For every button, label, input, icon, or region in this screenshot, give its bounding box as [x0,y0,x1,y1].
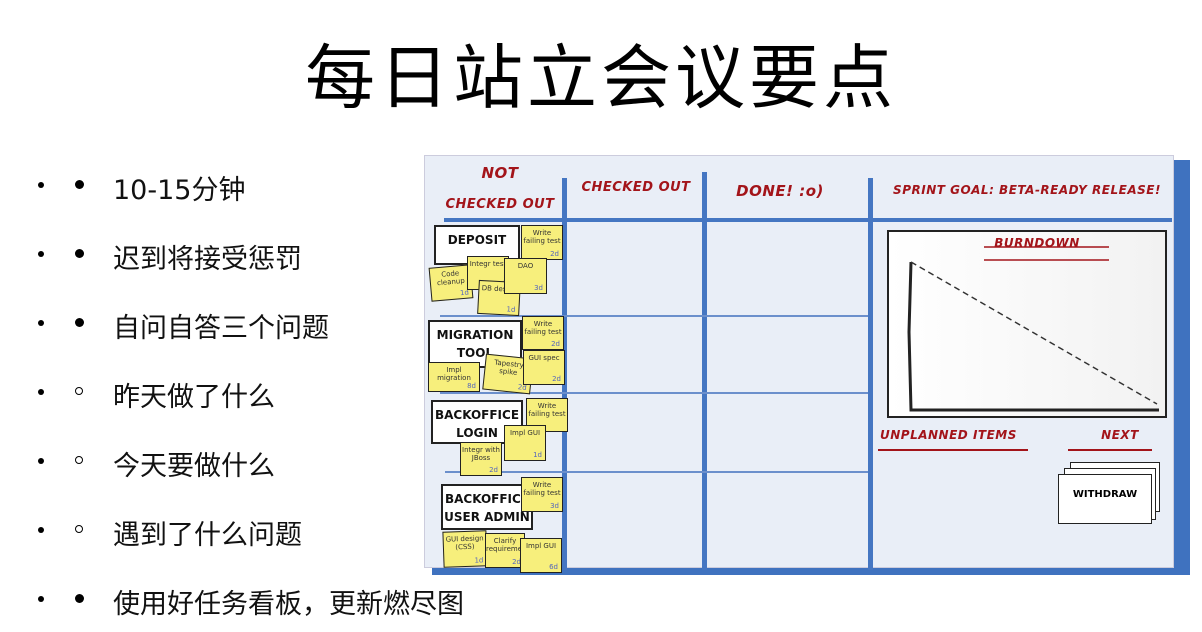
header-sprint-goal: SPRINT GOAL: BETA-READY RELEASE! [893,183,1161,197]
row-divider [445,471,868,473]
header-done: DONE! :o) [736,182,824,200]
sticky-note: Write failing test 3d [521,477,563,512]
burndown-label: BURNDOWN [994,236,1080,250]
bullet-item: 使用好任务看板，更新燃尽图 [30,582,510,622]
row-divider [440,392,868,394]
column-divider [868,178,873,570]
sticky-note: Write failing test 2d [521,225,563,260]
withdraw-card: WITHDRAW [1058,474,1152,524]
burndown-chart [887,230,1167,418]
sticky-note: Write failing test 2d [522,316,564,350]
sticky-note: Impl GUI 1d [504,425,546,461]
sticky-note: Impl GUI 6d [520,538,562,573]
header-checked-out: CHECKED OUT [581,180,691,195]
header-not: NOT [481,164,519,182]
board-shadow [1172,160,1190,575]
sticky-note: GUI spec 2d [523,350,565,385]
slide-title: 每日站立会议要点 [305,37,897,119]
column-divider [702,172,707,570]
sticky-note: GUI design (CSS) 1d [442,530,488,568]
sticky-note: Clarify requirements 2d [485,533,533,568]
underline [878,449,1028,451]
sticky-note: Integr with JBoss 2d [460,442,502,476]
next-label: NEXT [1101,428,1139,442]
sticky-note: DAO 3d [504,258,547,294]
story-card: BACKOFFICE USER ADMIN [441,484,533,530]
header-divider [444,218,1172,222]
underline [1068,449,1152,451]
unplanned-items-label: UNPLANNED ITEMS [880,428,1017,442]
header-not-checked-out: CHECKED OUT [445,197,555,212]
sticky-note: Impl migration 8d [428,362,480,392]
